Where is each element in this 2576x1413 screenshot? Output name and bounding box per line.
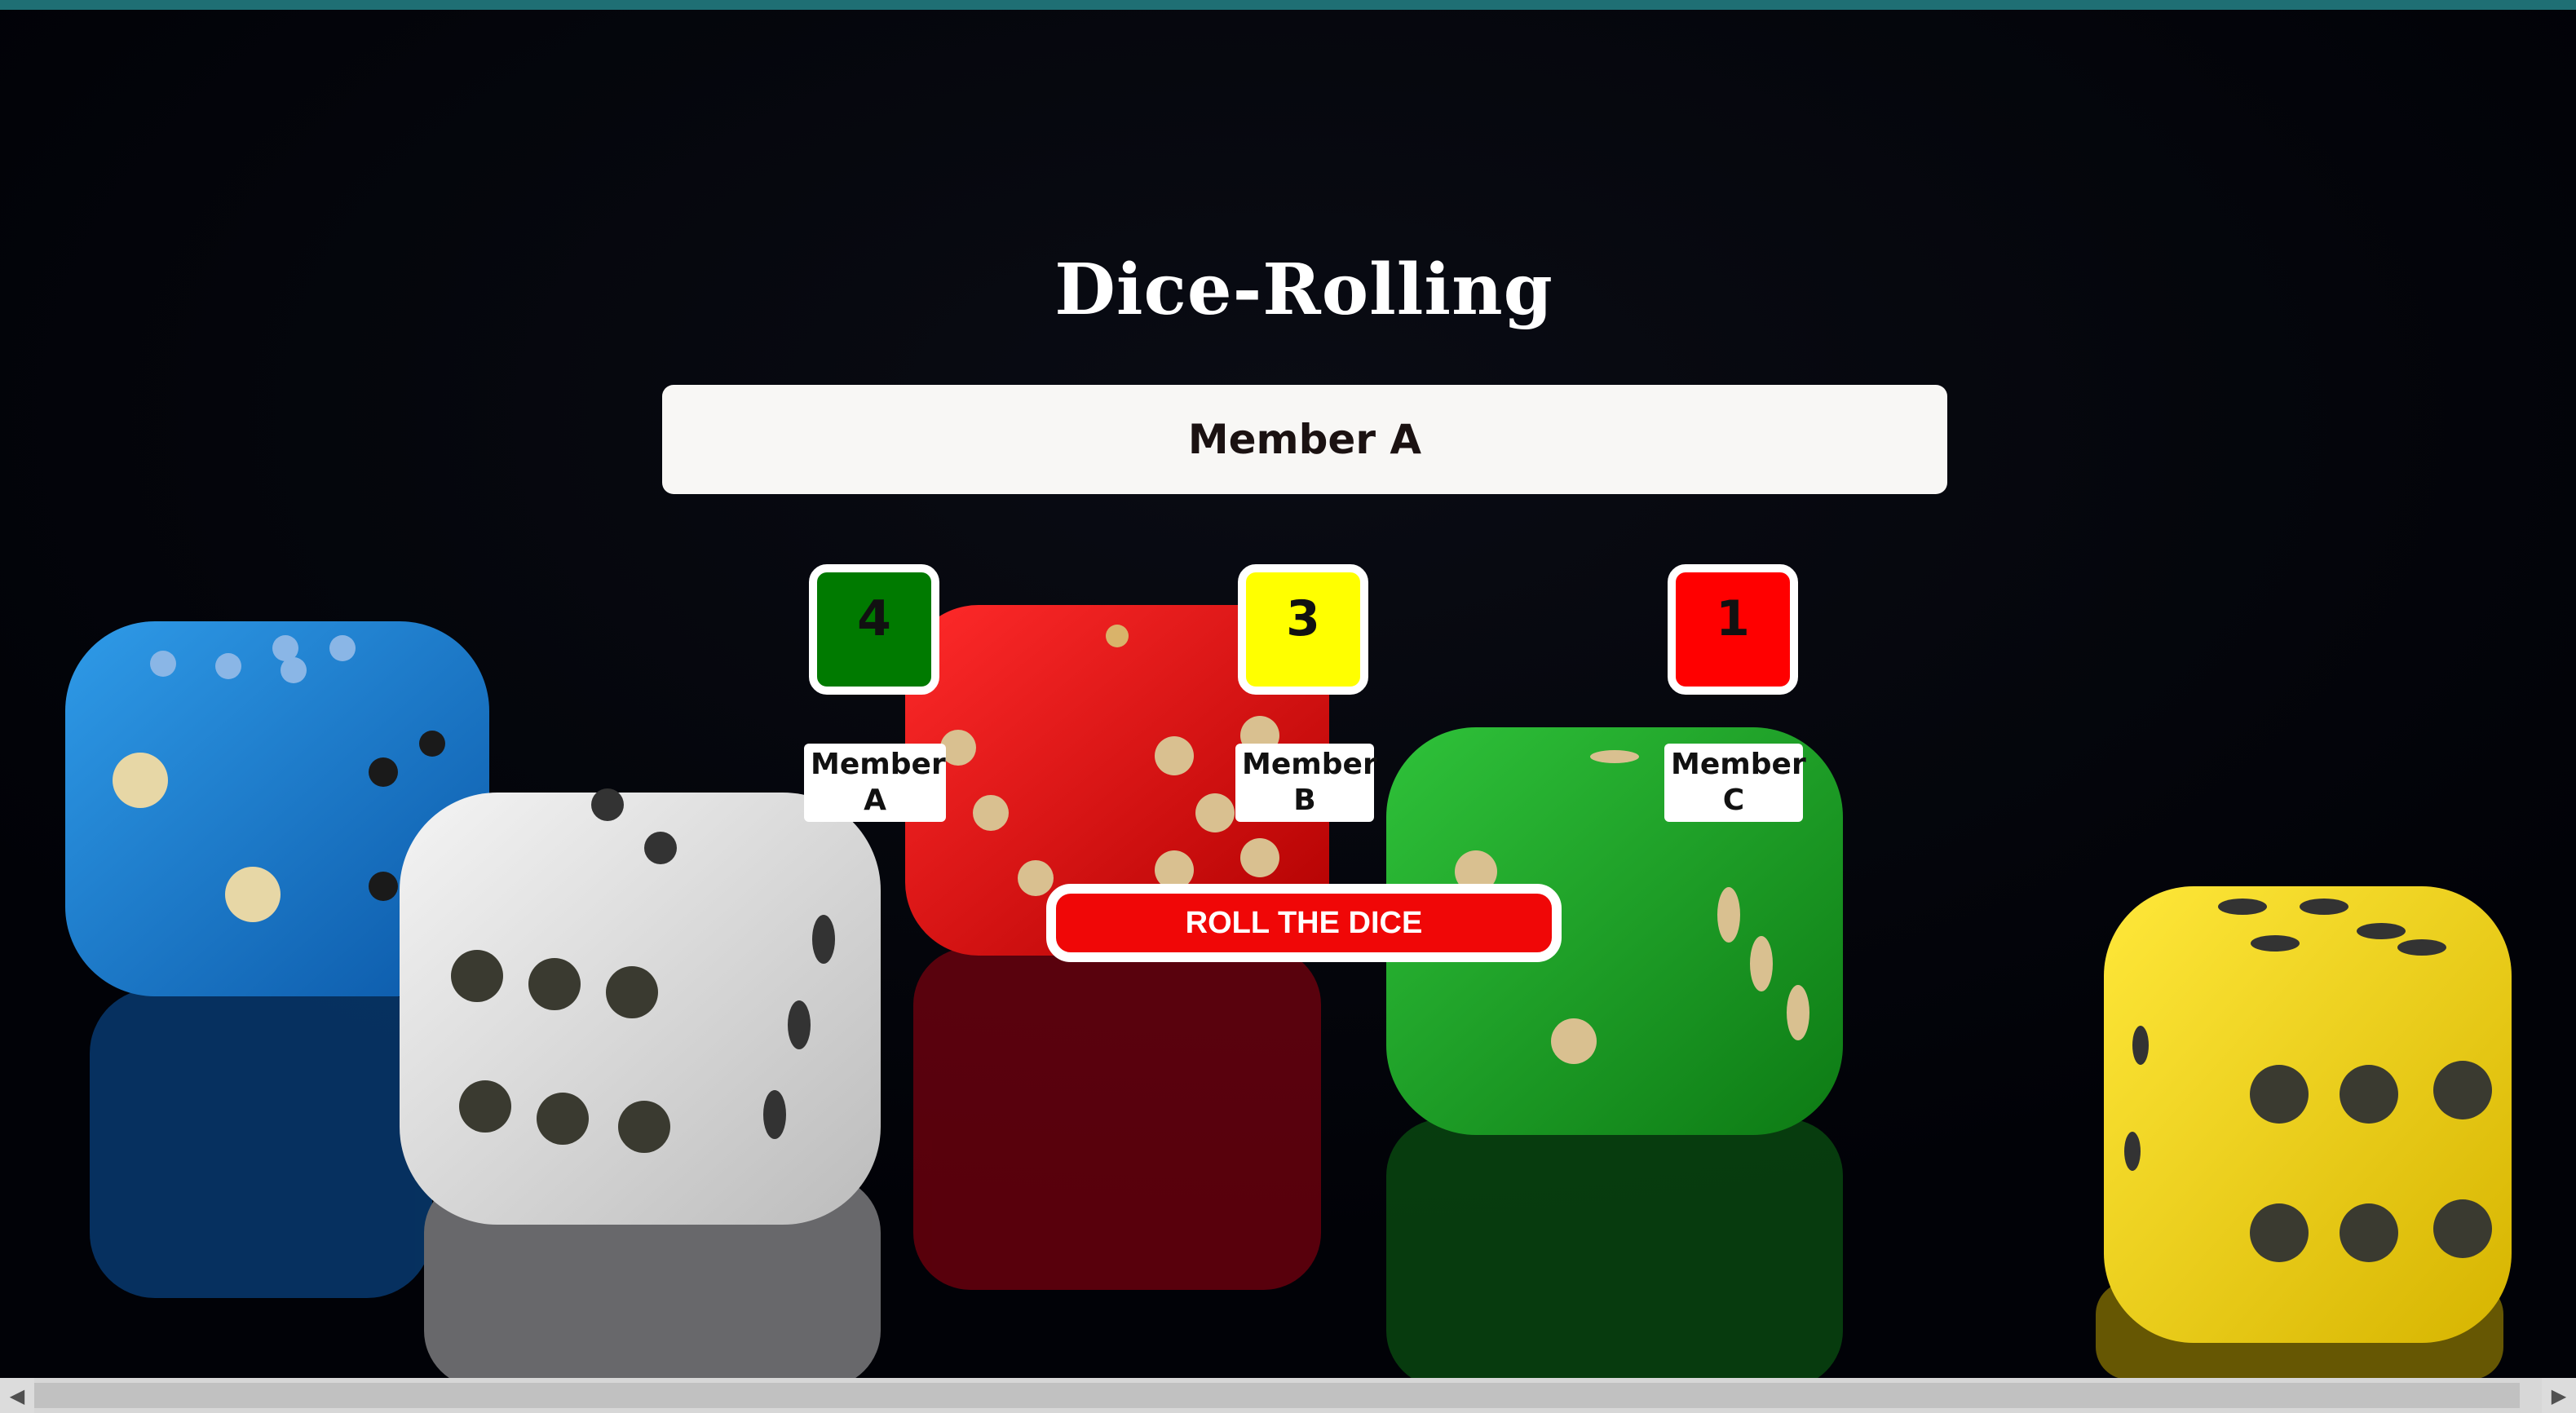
member-label-a-line2: A: [864, 784, 886, 817]
member-label-b-line1: Member: [1242, 748, 1377, 781]
scrollbar-thumb[interactable]: [34, 1383, 2520, 1408]
member-label-c-line2: C: [1722, 784, 1745, 817]
member-label-c-line1: Member: [1671, 748, 1806, 781]
score-box-member-a: 4: [809, 564, 939, 695]
page-title: Dice-Rolling: [1054, 249, 1553, 331]
horizontal-scrollbar[interactable]: ◀ ▶: [0, 1378, 2576, 1413]
member-label-c: Member C: [1664, 744, 1806, 822]
member-label-a-line1: Member: [811, 748, 946, 781]
roll-dice-button[interactable]: ROLL THE DICE: [1046, 884, 1562, 962]
member-label-b: Member B: [1235, 744, 1377, 822]
window-top-bar: [0, 0, 2576, 10]
current-player-banner: Member A: [662, 385, 1947, 494]
scroll-left-arrow-icon[interactable]: ◀: [0, 1378, 34, 1413]
scroll-right-arrow-icon[interactable]: ▶: [2542, 1378, 2576, 1413]
member-label-b-line2: B: [1293, 784, 1316, 817]
member-label-a: Member A: [804, 744, 946, 822]
score-box-member-b: 3: [1238, 564, 1368, 695]
score-box-member-c: 1: [1668, 564, 1798, 695]
dice-game-page: Dice-Rolling Member A 4 3 1 Member A Mem…: [0, 0, 2576, 1413]
